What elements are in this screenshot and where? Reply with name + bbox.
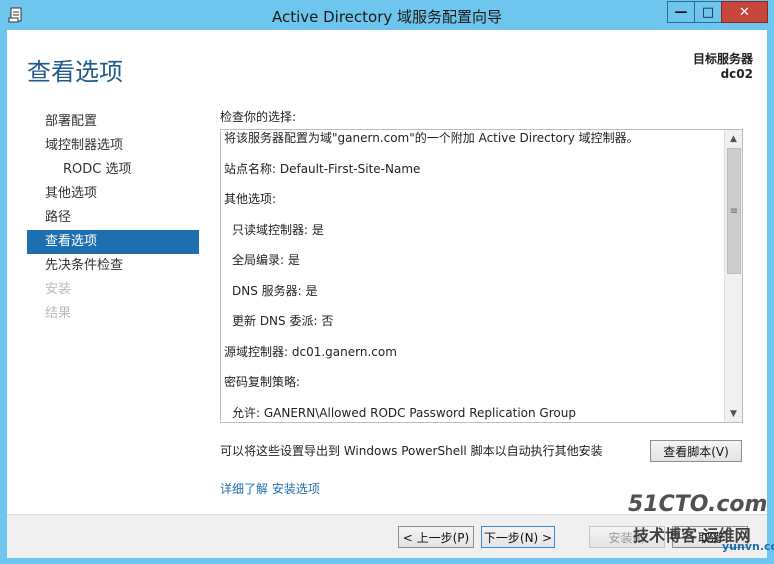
minimize-button[interactable]: — [667, 1, 695, 23]
review-line: 只读域控制器: 是 [232, 222, 324, 237]
nav-item-installation: 安装 [45, 282, 72, 297]
review-line: 站点名称: Default-First-Site-Name [224, 161, 421, 176]
nav-item-rodc-options[interactable]: RODC 选项 [27, 158, 199, 182]
previous-button[interactable]: < 上一步(P) [398, 526, 474, 548]
review-section: 检查你的选择: [220, 108, 750, 129]
review-line: 更新 DNS 委派: 否 [232, 314, 334, 328]
nav-item-prereq-check[interactable]: 先决条件检查 [27, 254, 199, 278]
watermark-url: yunvn.com [722, 540, 774, 553]
nav-item-additional-options[interactable]: 其他选项 [27, 182, 199, 206]
review-line: DNS 服务器: 是 [232, 283, 318, 298]
next-button[interactable]: 下一步(N) > [481, 526, 555, 548]
review-line: 将该服务器配置为域"ganern.com"的一个附加 Active Direct… [224, 131, 639, 145]
wizard-nav: 部署配置 域控制器选项 RODC 选项 其他选项 路径 查看选项 先决条件检查 … [27, 110, 199, 326]
nav-item-deployment-config[interactable]: 部署配置 [27, 110, 199, 134]
learn-more-link[interactable]: 详细了解 安装选项 [220, 480, 320, 497]
target-server-name: dc02 [720, 67, 753, 81]
review-line: 其他选项: [224, 192, 277, 206]
watermark-logo: 51CTO.com [628, 492, 768, 517]
scroll-thumb[interactable]: ≡ [727, 148, 741, 274]
view-script-button[interactable]: 查看脚本(V) [650, 440, 742, 462]
page-title: 查看选项 [27, 58, 123, 86]
nav-item-paths[interactable]: 路径 [27, 206, 199, 230]
export-description: 可以将这些设置导出到 Windows PowerShell 脚本以自动执行其他安… [220, 444, 603, 458]
review-line: 源域控制器: dc01.ganern.com [224, 344, 397, 359]
title-bar[interactable]: Active Directory 域服务配置向导 — □ ✕ [0, 0, 774, 30]
nav-item-results: 结果 [45, 306, 72, 321]
review-line: 密码复制策略: [224, 375, 301, 389]
review-scrollbar[interactable]: ▲ ≡ ▼ [724, 130, 742, 422]
wizard-client-area: 查看选项 目标服务器 dc02 部署配置 域控制器选项 RODC 选项 其他选项… [7, 30, 767, 558]
wizard-window: Active Directory 域服务配置向导 — □ ✕ 查看选项 目标服务… [0, 0, 774, 564]
nav-item-dc-options[interactable]: 域控制器选项 [27, 134, 199, 158]
maximize-button[interactable]: □ [694, 1, 722, 23]
window-title: Active Directory 域服务配置向导 [271, 8, 503, 26]
target-server-info: 目标服务器 dc02 [693, 52, 753, 82]
review-text: 将该服务器配置为域"ganern.com"的一个附加 Active Direct… [224, 130, 721, 435]
nav-item-review-options[interactable]: 查看选项 [27, 230, 199, 254]
review-textbox[interactable]: 将该服务器配置为域"ganern.com"的一个附加 Active Direct… [220, 129, 743, 423]
scroll-up-icon[interactable]: ▲ [725, 130, 742, 147]
close-button[interactable]: ✕ [721, 1, 768, 23]
target-server-label: 目标服务器 [692, 52, 753, 66]
review-line: 全局编录: 是 [232, 253, 300, 267]
scroll-down-icon[interactable]: ▼ [725, 405, 742, 422]
review-label: 检查你的选择: [220, 110, 297, 124]
review-line: 允许: GANERN\Allowed RODC Password Replica… [232, 405, 576, 420]
